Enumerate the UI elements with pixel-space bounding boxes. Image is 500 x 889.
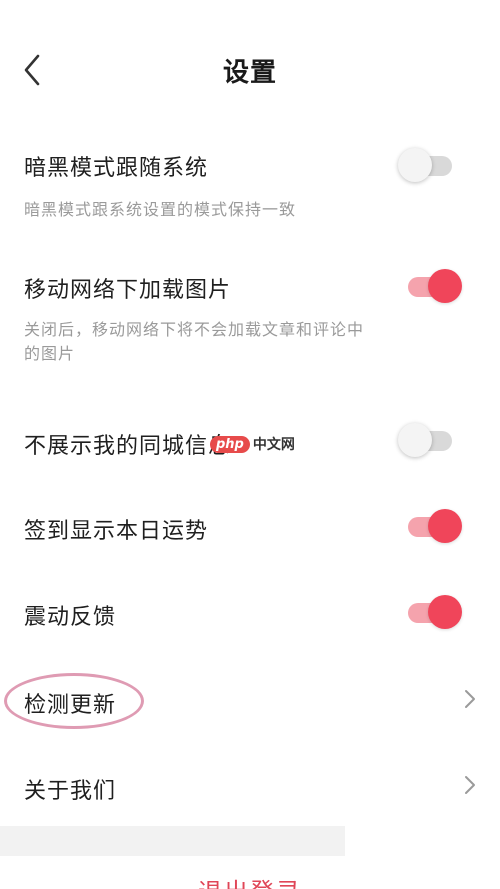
hide-city-toggle[interactable] (398, 422, 456, 458)
watermark-badge: php (210, 435, 250, 453)
toggle-knob (398, 148, 432, 182)
dark-mode-toggle[interactable] (398, 147, 456, 183)
page-title: 设置 (222, 58, 277, 88)
check-update-title[interactable]: 检测更新 (24, 687, 116, 719)
header: 设置 (0, 0, 500, 130)
mobile-images-desc: 关闭后，移动网络下将不会加载文章和评论中的图片 (24, 320, 365, 363)
dark-mode-desc: 暗黑模式跟系统设置的模式保持一致 (24, 200, 297, 219)
chevron-right-icon[interactable] (462, 772, 478, 798)
chevron-right-icon[interactable] (462, 686, 478, 712)
logout-button[interactable]: 退出登录 (0, 872, 500, 889)
about-title[interactable]: 关于我们 (24, 773, 116, 805)
section-divider (0, 826, 345, 856)
toggle-knob (398, 423, 432, 457)
toggle-knob (428, 269, 462, 303)
daily-fortune-toggle[interactable] (404, 508, 462, 544)
daily-fortune-title: 签到显示本日运势 (24, 519, 209, 544)
vibration-toggle[interactable] (404, 594, 462, 630)
dark-mode-title: 暗黑模式跟随系统 (24, 156, 209, 181)
toggle-knob (428, 509, 462, 543)
vibration-title: 震动反馈 (24, 605, 117, 630)
mobile-images-title: 移动网络下加载图片 (24, 278, 232, 303)
mobile-images-toggle[interactable] (404, 268, 462, 304)
watermark-text: 中文网 (252, 437, 295, 453)
hide-city-title: 不展示我的同城信息 (24, 434, 232, 459)
toggle-knob (428, 595, 462, 629)
watermark: php 中文网 (210, 432, 295, 456)
